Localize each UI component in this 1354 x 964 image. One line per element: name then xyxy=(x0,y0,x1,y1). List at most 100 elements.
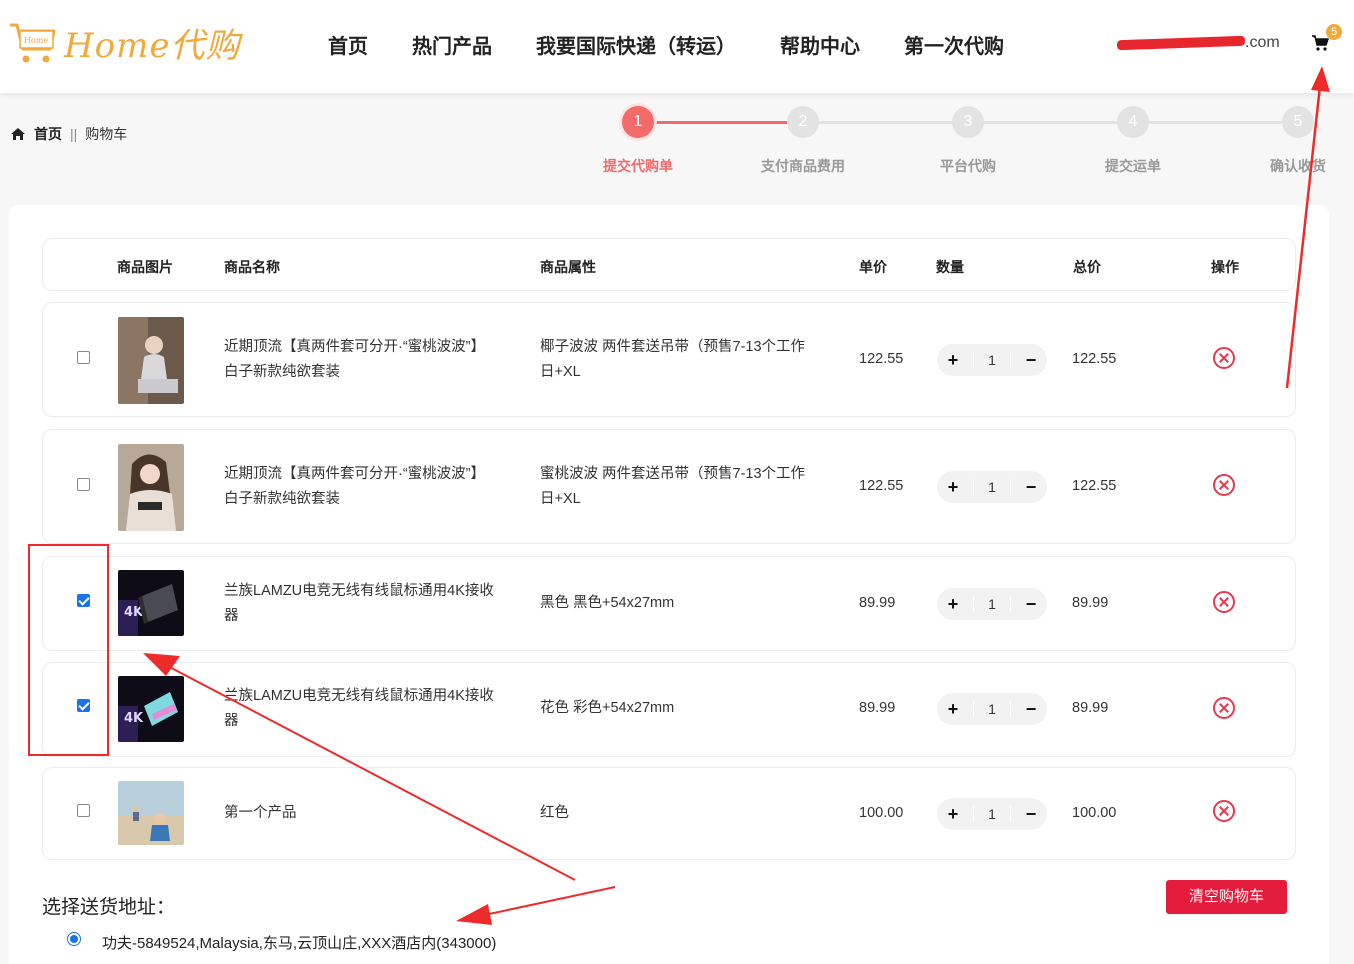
header-image: 商品图片 xyxy=(117,259,173,275)
row-checkbox[interactable] xyxy=(77,478,90,491)
delete-icon[interactable] xyxy=(1213,347,1235,369)
total-price: 89.99 xyxy=(1072,595,1109,611)
nav-item-help-center[interactable]: 帮助中心 xyxy=(780,30,860,59)
product-thumbnail[interactable] xyxy=(118,444,184,531)
nav-item-hot-products[interactable]: 热门产品 xyxy=(412,30,492,59)
header-unit-price: 单价 xyxy=(859,259,887,275)
product-thumbnail[interactable]: 4K xyxy=(118,570,184,636)
product-attributes: 椰子波波 两件套送吊带（预售7-13个工作 日+XL xyxy=(540,339,806,380)
product-attributes: 红色 xyxy=(540,805,569,821)
quantity-stepper: + 1 − xyxy=(937,471,1047,503)
cart-count-badge: 5 xyxy=(1326,24,1342,40)
total-price: 100.00 xyxy=(1072,805,1117,821)
site-logo[interactable]: Home Home代购 xyxy=(8,18,240,67)
decrease-button[interactable]: − xyxy=(1021,699,1041,719)
product-attributes: 花色 彩色+54x27mm xyxy=(540,700,675,716)
step-connector-1 xyxy=(638,121,803,124)
nav-item-first-purchase[interactable]: 第一次代购 xyxy=(904,30,1004,59)
table-row: 近期顶流【真两件套可分开·“蜜桃波波”】 白子新款纯欲套装 椰子波波 两件套送吊带… xyxy=(42,302,1296,417)
quantity-value[interactable]: 1 xyxy=(973,701,1011,717)
unit-price: 122.55 xyxy=(859,478,904,494)
quantity-value[interactable]: 1 xyxy=(973,806,1011,822)
unit-price: 122.55 xyxy=(859,351,904,367)
header-attrs: 商品属性 xyxy=(540,259,596,275)
user-email[interactable]: .com xyxy=(1116,34,1280,52)
step-2-circle: 2 xyxy=(787,106,819,138)
address-option-label[interactable]: 功夫-5849524,Malaysia,东马,云顶山庄,XXX酒店内(34300… xyxy=(102,932,496,953)
delete-icon[interactable] xyxy=(1213,800,1235,822)
product-attributes: 黑色 黑色+54x27mm xyxy=(540,595,675,611)
increase-button[interactable]: + xyxy=(943,804,963,824)
product-name[interactable]: 第一个产品 xyxy=(224,801,297,826)
row-checkbox[interactable] xyxy=(77,351,90,364)
logo-cart-icon: Home xyxy=(10,23,56,62)
cart-icon[interactable] xyxy=(1311,34,1329,52)
header-name: 商品名称 xyxy=(224,259,280,275)
product-attributes: 蜜桃波波 两件套送吊带（预售7-13个工作 日+XL xyxy=(540,466,806,507)
unit-price: 89.99 xyxy=(859,700,896,716)
increase-button[interactable]: + xyxy=(943,477,963,497)
quantity-value[interactable]: 1 xyxy=(973,596,1011,612)
step-1-circle: 1 xyxy=(622,106,654,138)
delete-icon[interactable] xyxy=(1213,591,1235,613)
logo-text: Home代购 xyxy=(64,26,241,66)
header-quantity: 数量 xyxy=(936,259,964,275)
step-connector-3 xyxy=(968,121,1133,124)
product-name[interactable]: 近期顶流【真两件套可分开·“蜜桃波波”】 白子新款纯欲套装 xyxy=(224,335,485,385)
home-icon xyxy=(11,128,25,140)
step-5-circle: 5 xyxy=(1282,106,1314,138)
product-thumbnail[interactable] xyxy=(118,317,184,404)
breadcrumb: 首页 || 购物车 xyxy=(10,124,127,144)
quantity-stepper: + 1 − xyxy=(937,693,1047,725)
address-radio[interactable] xyxy=(67,932,81,946)
decrease-button[interactable]: − xyxy=(1021,350,1041,370)
order-progress-steps: 1 2 3 4 5 提交代购单 支付商品费用 平台代购 提交运单 确认收货 xyxy=(590,104,1354,184)
delete-icon[interactable] xyxy=(1213,474,1235,496)
nav-item-home[interactable]: 首页 xyxy=(328,30,368,59)
increase-button[interactable]: + xyxy=(943,699,963,719)
step-2-label: 支付商品费用 xyxy=(761,158,845,174)
header-total: 总价 xyxy=(1073,259,1101,275)
decrease-button[interactable]: − xyxy=(1021,804,1041,824)
step-1-label: 提交代购单 xyxy=(603,158,673,174)
step-connector-4 xyxy=(1133,121,1298,124)
nav-item-intl-shipping[interactable]: 我要国际快递（转运） xyxy=(536,30,736,59)
delete-icon[interactable] xyxy=(1213,697,1235,719)
step-connector-2 xyxy=(803,121,968,124)
product-name[interactable]: 兰族LAMZU电竞无线有线鼠标通用4K接收器 xyxy=(224,579,494,629)
product-thumbnail[interactable] xyxy=(118,781,184,845)
step-3-circle: 3 xyxy=(952,106,984,138)
quantity-stepper: + 1 − xyxy=(937,588,1047,620)
unit-price: 89.99 xyxy=(859,595,896,611)
row-checkbox[interactable] xyxy=(77,804,90,817)
step-5-label: 确认收货 xyxy=(1270,158,1326,174)
product-name[interactable]: 兰族LAMZU电竞无线有线鼠标通用4K接收器 xyxy=(224,684,494,734)
breadcrumb-separator: || xyxy=(70,126,78,142)
step-3-label: 平台代购 xyxy=(940,158,996,174)
clear-cart-button[interactable]: 清空购物车 xyxy=(1166,880,1287,914)
logo-badge-text: Home xyxy=(24,36,48,45)
user-email-tail: .com xyxy=(1245,34,1280,51)
breadcrumb-home-link[interactable]: 首页 xyxy=(34,124,62,144)
table-row: 第一个产品 红色 100.00 + 1 − 100.00 xyxy=(42,767,1296,860)
quantity-value[interactable]: 1 xyxy=(973,479,1011,495)
unit-price: 100.00 xyxy=(859,805,904,821)
total-price: 122.55 xyxy=(1072,351,1117,367)
breadcrumb-current: 购物车 xyxy=(85,126,128,142)
table-row: 4K 兰族LAMZU电竞无线有线鼠标通用4K接收器 黑色 黑色+54x27mm … xyxy=(42,556,1296,651)
decrease-button[interactable]: − xyxy=(1021,594,1041,614)
header-action: 操作 xyxy=(1211,259,1239,275)
decrease-button[interactable]: − xyxy=(1021,477,1041,497)
address-section-title: 选择送货地址： xyxy=(42,897,176,918)
product-thumbnail[interactable]: 4K xyxy=(118,676,184,742)
increase-button[interactable]: + xyxy=(943,350,963,370)
step-4-label: 提交运单 xyxy=(1105,158,1161,174)
main-nav: 首页 热门产品 我要国际快递（转运） 帮助中心 第一次代购 xyxy=(328,30,1004,59)
quantity-value[interactable]: 1 xyxy=(973,352,1011,368)
product-name[interactable]: 近期顶流【真两件套可分开·“蜜桃波波”】 白子新款纯欲套装 xyxy=(224,462,485,512)
step-4-circle: 4 xyxy=(1117,106,1149,138)
annotation-highlight-box xyxy=(28,544,109,756)
increase-button[interactable]: + xyxy=(943,594,963,614)
table-row: 近期顶流【真两件套可分开·“蜜桃波波”】 白子新款纯欲套装 蜜桃波波 两件套送吊带… xyxy=(42,429,1296,544)
svg-text:4K: 4K xyxy=(124,711,144,726)
